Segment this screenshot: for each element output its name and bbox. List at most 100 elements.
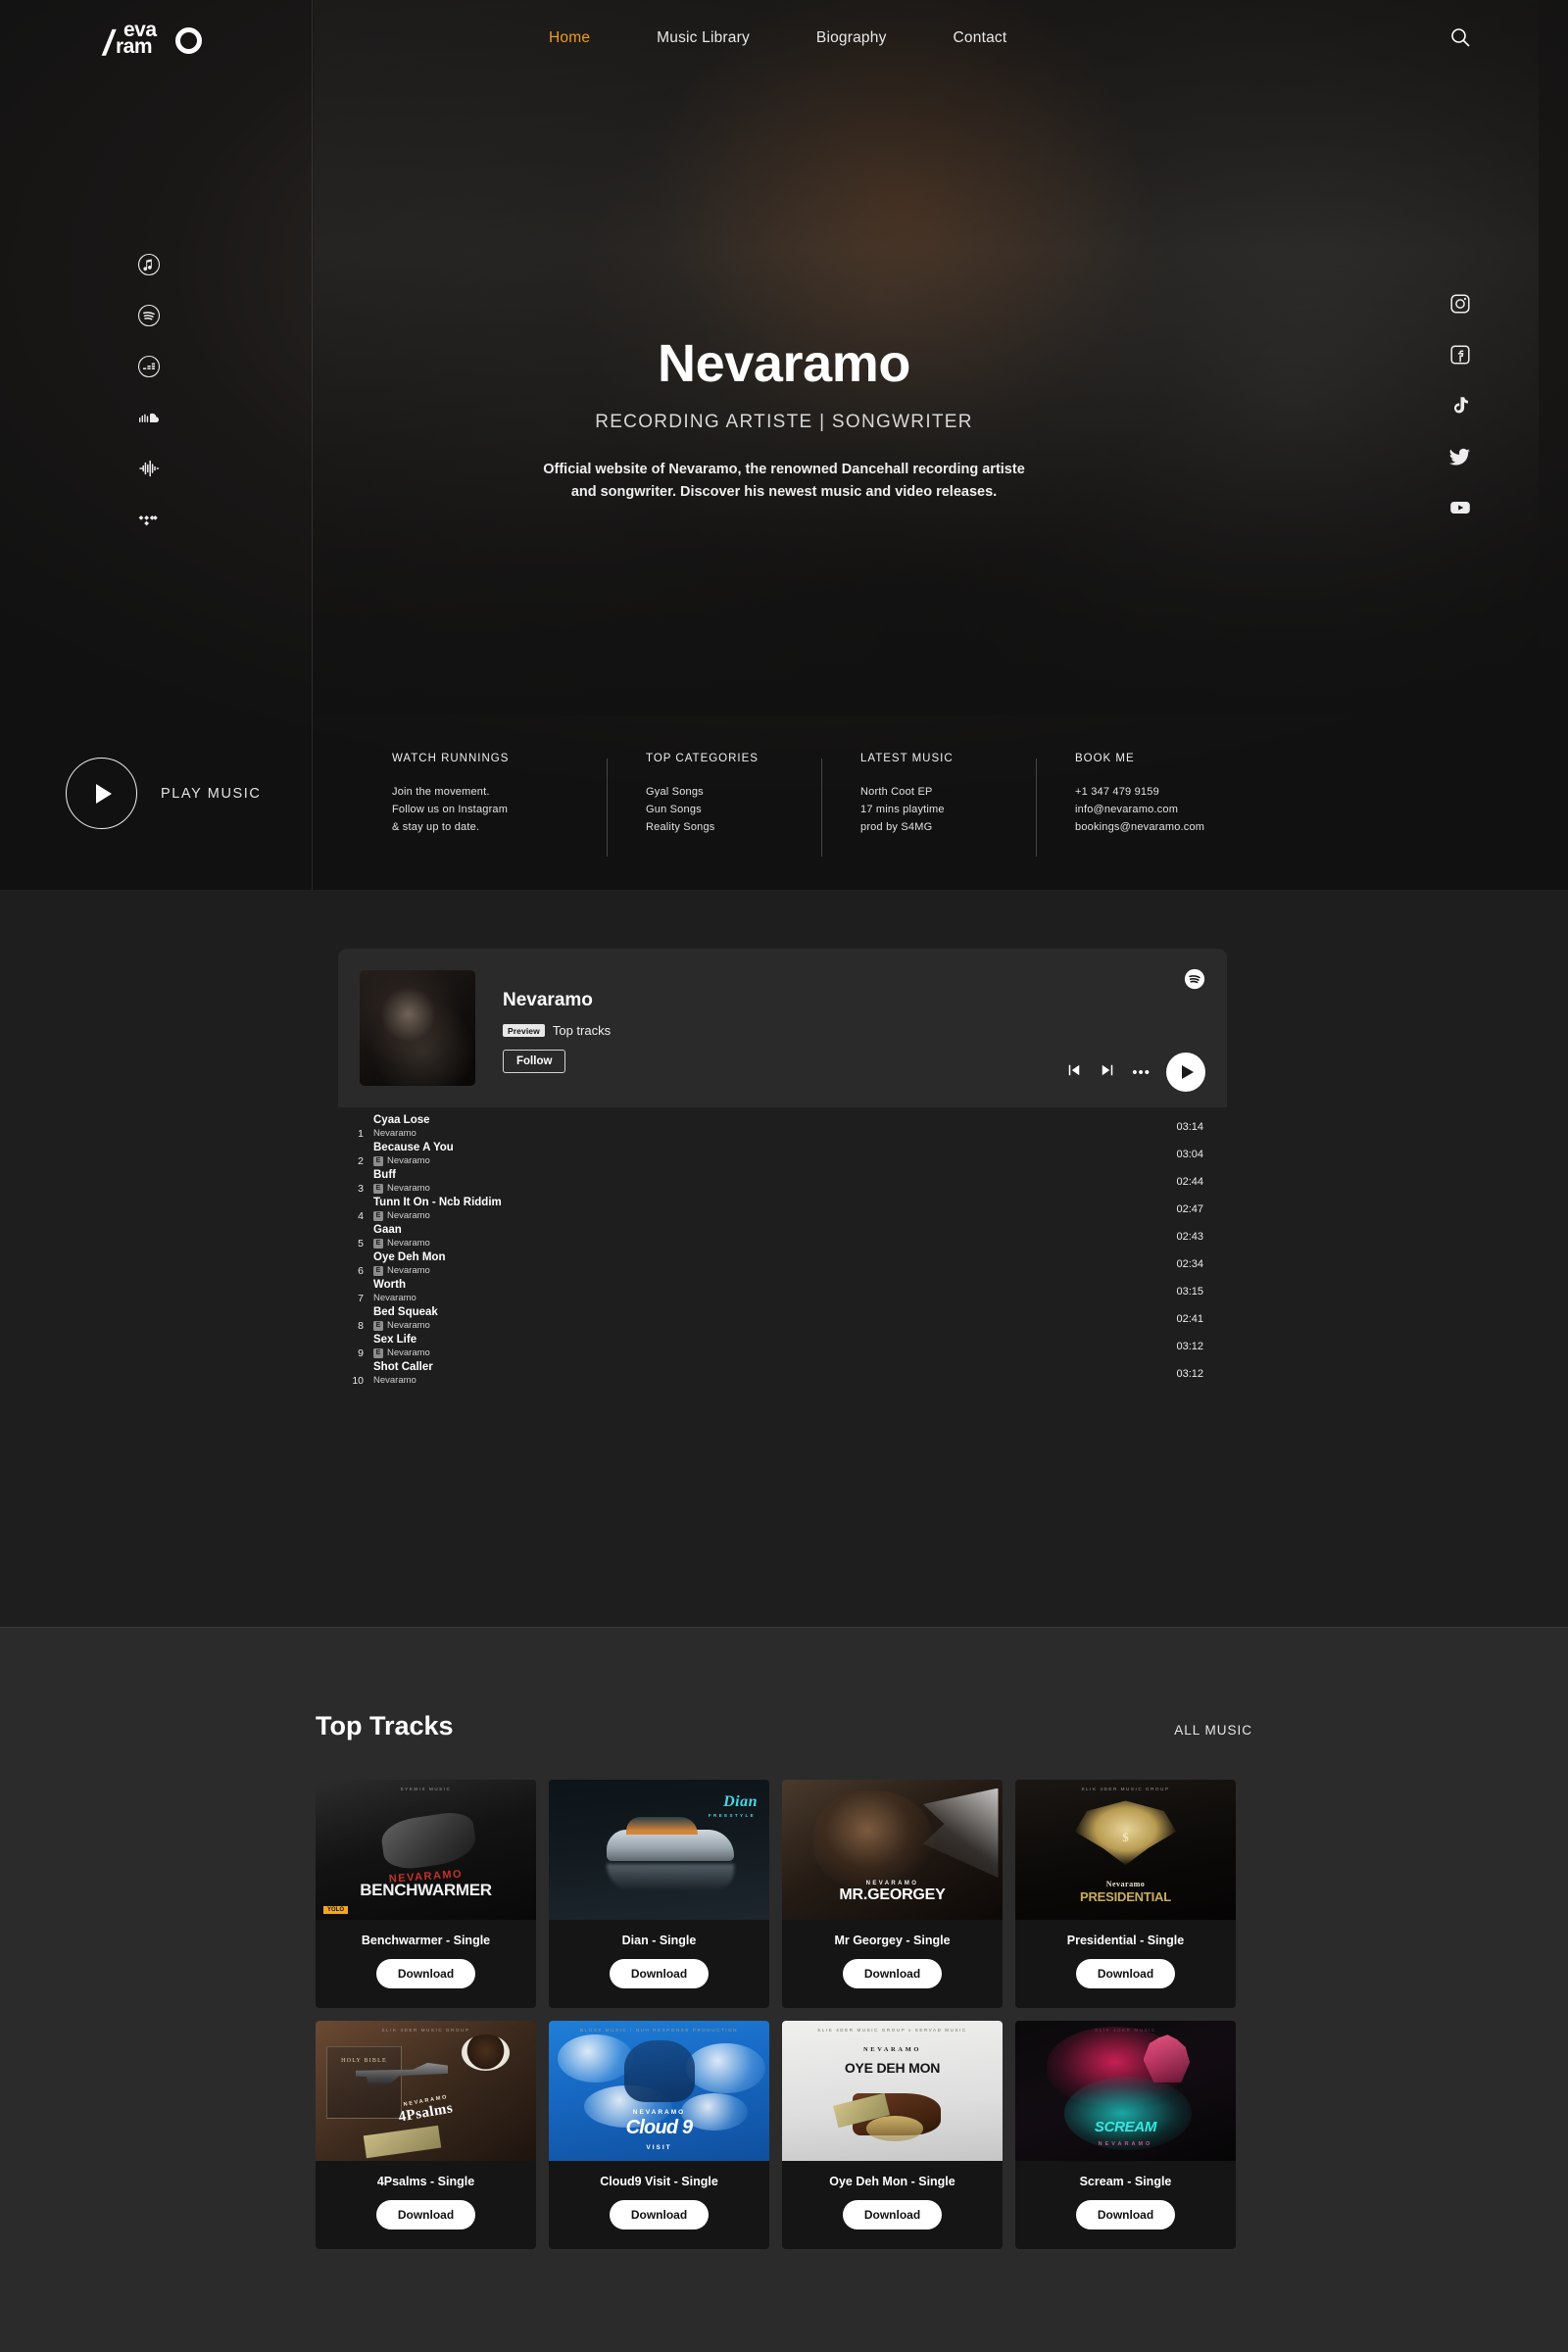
track-row[interactable]: 7 Worth Nevaramo 03:15 bbox=[338, 1278, 1227, 1305]
play-icon[interactable] bbox=[1166, 1053, 1205, 1092]
track-row[interactable]: 3 Buff E Nevaramo 02:44 bbox=[338, 1168, 1227, 1196]
track-row[interactable]: 4 Tunn It On - Ncb Riddim E Nevaramo 02:4… bbox=[338, 1196, 1227, 1223]
tidal-icon[interactable] bbox=[137, 508, 161, 531]
facebook-icon[interactable] bbox=[1448, 343, 1472, 367]
artwork-title: SCREAM bbox=[1094, 2119, 1157, 2135]
nav-item-biography[interactable]: Biography bbox=[816, 29, 887, 47]
section-title: Top Tracks bbox=[316, 1711, 454, 1740]
artwork-label-top: SLIK 4DER MUSIC GROUP bbox=[1081, 1787, 1170, 1791]
track-row[interactable]: 1 Cyaa Lose Nevaramo 03:14 bbox=[338, 1113, 1227, 1141]
artwork-title: MR.GEORGEY bbox=[839, 1886, 946, 1903]
info-line[interactable]: Gyal Songs bbox=[646, 784, 821, 802]
search-icon[interactable] bbox=[1448, 25, 1472, 49]
album-card[interactable]: SLIK 4DER MUSIC GROUP x SERVAD MUSIC NEV… bbox=[782, 2021, 1003, 2249]
download-button[interactable]: Download bbox=[609, 1959, 710, 1988]
album-card-grid: SYKMIX MUSIC NEVARAMO BENCHWARMER YOLO B… bbox=[316, 1780, 1256, 2249]
apple-music-icon[interactable] bbox=[137, 253, 161, 276]
audiomack-icon[interactable] bbox=[137, 457, 161, 480]
album-card[interactable]: BLOXX MUSIC / NUH RESPONSE PRODUCTION NE… bbox=[549, 2021, 769, 2249]
spotify-transport-controls: ••• bbox=[1065, 1053, 1205, 1092]
album-artwork-presidential: SLIK 4DER MUSIC GROUP $ Nevaramo PRESIDE… bbox=[1015, 1780, 1236, 1920]
info-col-watch-runnings: WATCH RUNNINGS Join the movement. Follow… bbox=[392, 753, 607, 836]
all-music-link[interactable]: ALL MUSIC bbox=[1174, 1723, 1252, 1738]
track-index: 1 bbox=[358, 1128, 364, 1140]
youtube-icon[interactable] bbox=[1448, 496, 1472, 519]
track-artist: Nevaramo bbox=[387, 1319, 430, 1331]
download-button[interactable]: Download bbox=[375, 2200, 476, 2230]
nav-item-music-library[interactable]: Music Library bbox=[657, 29, 750, 47]
album-card[interactable]: NEVARAMO MR.GEORGEY Mr Georgey - Single … bbox=[782, 1780, 1003, 2008]
track-index: 4 bbox=[358, 1210, 364, 1222]
download-button[interactable]: Download bbox=[842, 2200, 943, 2230]
album-card[interactable]: Dian FREESTYLE Dian - Single Download bbox=[549, 1780, 769, 2008]
nevaramo-logo[interactable]: / eva ram bbox=[100, 20, 204, 65]
nav-item-home[interactable]: Home bbox=[549, 29, 590, 47]
more-options-icon[interactable]: ••• bbox=[1132, 1065, 1151, 1080]
track-title: Gaan bbox=[373, 1224, 402, 1237]
download-button[interactable]: Download bbox=[375, 1959, 476, 1988]
track-row[interactable]: 5 Gaan E Nevaramo 02:43 bbox=[338, 1223, 1227, 1250]
track-artist: Nevaramo bbox=[387, 1237, 430, 1249]
spotify-icon[interactable] bbox=[137, 304, 161, 327]
album-artwork-benchwarmer: SYKMIX MUSIC NEVARAMO BENCHWARMER YOLO bbox=[316, 1780, 536, 1920]
track-duration: 03:15 bbox=[1176, 1286, 1203, 1298]
track-row[interactable]: 10 Shot Caller Nevaramo 03:12 bbox=[338, 1360, 1227, 1388]
album-artwork-oye-deh-mon: SLIK 4DER MUSIC GROUP x SERVAD MUSIC NEV… bbox=[782, 2021, 1003, 2161]
download-button[interactable]: Download bbox=[842, 1959, 943, 1988]
track-row[interactable]: 9 Sex Life E Nevaramo 03:12 bbox=[338, 1333, 1227, 1360]
explicit-badge: E bbox=[373, 1155, 383, 1166]
hero-copy: Nevaramo RECORDING ARTISTE | SONGWRITER … bbox=[0, 333, 1568, 505]
explicit-badge: E bbox=[373, 1210, 383, 1221]
album-card[interactable]: SLIK 4DER MUSIC GROUP $ Nevaramo PRESIDE… bbox=[1015, 1780, 1236, 2008]
booking-email-bookings[interactable]: bookings@nevaramo.com bbox=[1075, 819, 1330, 837]
explicit-badge: E bbox=[373, 1265, 383, 1276]
download-button[interactable]: Download bbox=[609, 2200, 710, 2230]
track-index: 9 bbox=[358, 1348, 364, 1359]
nav-item-contact[interactable]: Contact bbox=[954, 29, 1007, 47]
skip-next-icon[interactable] bbox=[1099, 1061, 1116, 1084]
artwork-title: Dian bbox=[723, 1793, 758, 1810]
booking-email-info[interactable]: info@nevaramo.com bbox=[1075, 802, 1330, 819]
track-artist: Nevaramo bbox=[373, 1292, 416, 1303]
album-card[interactable]: SYKMIX MUSIC NEVARAMO BENCHWARMER YOLO B… bbox=[316, 1780, 536, 2008]
download-button[interactable]: Download bbox=[1075, 2200, 1176, 2230]
follow-button[interactable]: Follow bbox=[503, 1050, 566, 1073]
track-artist: Nevaramo bbox=[387, 1182, 430, 1194]
play-music-button[interactable]: PLAY MUSIC bbox=[66, 758, 262, 829]
twitter-icon[interactable] bbox=[1448, 445, 1472, 468]
album-card[interactable]: SLIK 4DER MUSIC SCREAM NEVARAMO Scream -… bbox=[1015, 2021, 1236, 2249]
track-row[interactable]: 2 Because A You E Nevaramo 03:04 bbox=[338, 1141, 1227, 1168]
skip-previous-icon[interactable] bbox=[1065, 1061, 1083, 1084]
track-index: 6 bbox=[358, 1265, 364, 1277]
explicit-badge: E bbox=[373, 1183, 383, 1194]
instagram-icon[interactable] bbox=[1448, 292, 1472, 316]
spotify-player-header: Nevaramo Preview Top tracks Follow ••• bbox=[338, 949, 1227, 1107]
album-artwork-4psalms: SLIK 4DER MUSIC GROUP HOLY BIBLE NEVARAM… bbox=[316, 2021, 536, 2161]
info-line[interactable]: Reality Songs bbox=[646, 819, 821, 837]
album-title: Scream - Single bbox=[1079, 2175, 1172, 2188]
spotify-artist-name: Nevaramo bbox=[503, 990, 593, 1010]
info-line: Join the movement. bbox=[392, 786, 490, 798]
track-row[interactable]: 8 Bed Squeak E Nevaramo 02:41 bbox=[338, 1305, 1227, 1333]
track-index: 2 bbox=[358, 1155, 364, 1167]
album-title: 4Psalms - Single bbox=[376, 2175, 475, 2188]
info-line[interactable]: Gun Songs bbox=[646, 802, 821, 819]
logo-ring-mark bbox=[175, 27, 202, 54]
main-nav: Home Music Library Biography Contact bbox=[549, 29, 1006, 47]
track-artist: Nevaramo bbox=[387, 1154, 430, 1166]
soundcloud-icon[interactable] bbox=[137, 406, 161, 429]
deezer-icon[interactable] bbox=[137, 355, 161, 378]
album-card[interactable]: SLIK 4DER MUSIC GROUP HOLY BIBLE NEVARAM… bbox=[316, 2021, 536, 2249]
track-artist: Nevaramo bbox=[373, 1127, 416, 1139]
spotify-icon[interactable] bbox=[1184, 968, 1205, 990]
preview-badge: Preview bbox=[503, 1023, 545, 1038]
download-button[interactable]: Download bbox=[1075, 1959, 1176, 1988]
artwork-label-top: SYKMIX MUSIC bbox=[400, 1787, 452, 1791]
artwork-artist: NEVARAMO bbox=[1098, 2141, 1153, 2147]
artwork-label-top: SLIK 4DER MUSIC GROUP x SERVAD MUSIC bbox=[817, 2028, 967, 2033]
info-col-latest-music: LATEST MUSIC North Coot EP 17 mins playt… bbox=[821, 753, 1036, 858]
booking-phone[interactable]: +1 347 479 9159 bbox=[1075, 784, 1330, 802]
track-row[interactable]: 6 Oye Deh Mon E Nevaramo 02:34 bbox=[338, 1250, 1227, 1278]
info-col-top-categories: TOP CATEGORIES Gyal Songs Gun Songs Real… bbox=[607, 753, 821, 858]
tiktok-icon[interactable] bbox=[1448, 394, 1472, 417]
